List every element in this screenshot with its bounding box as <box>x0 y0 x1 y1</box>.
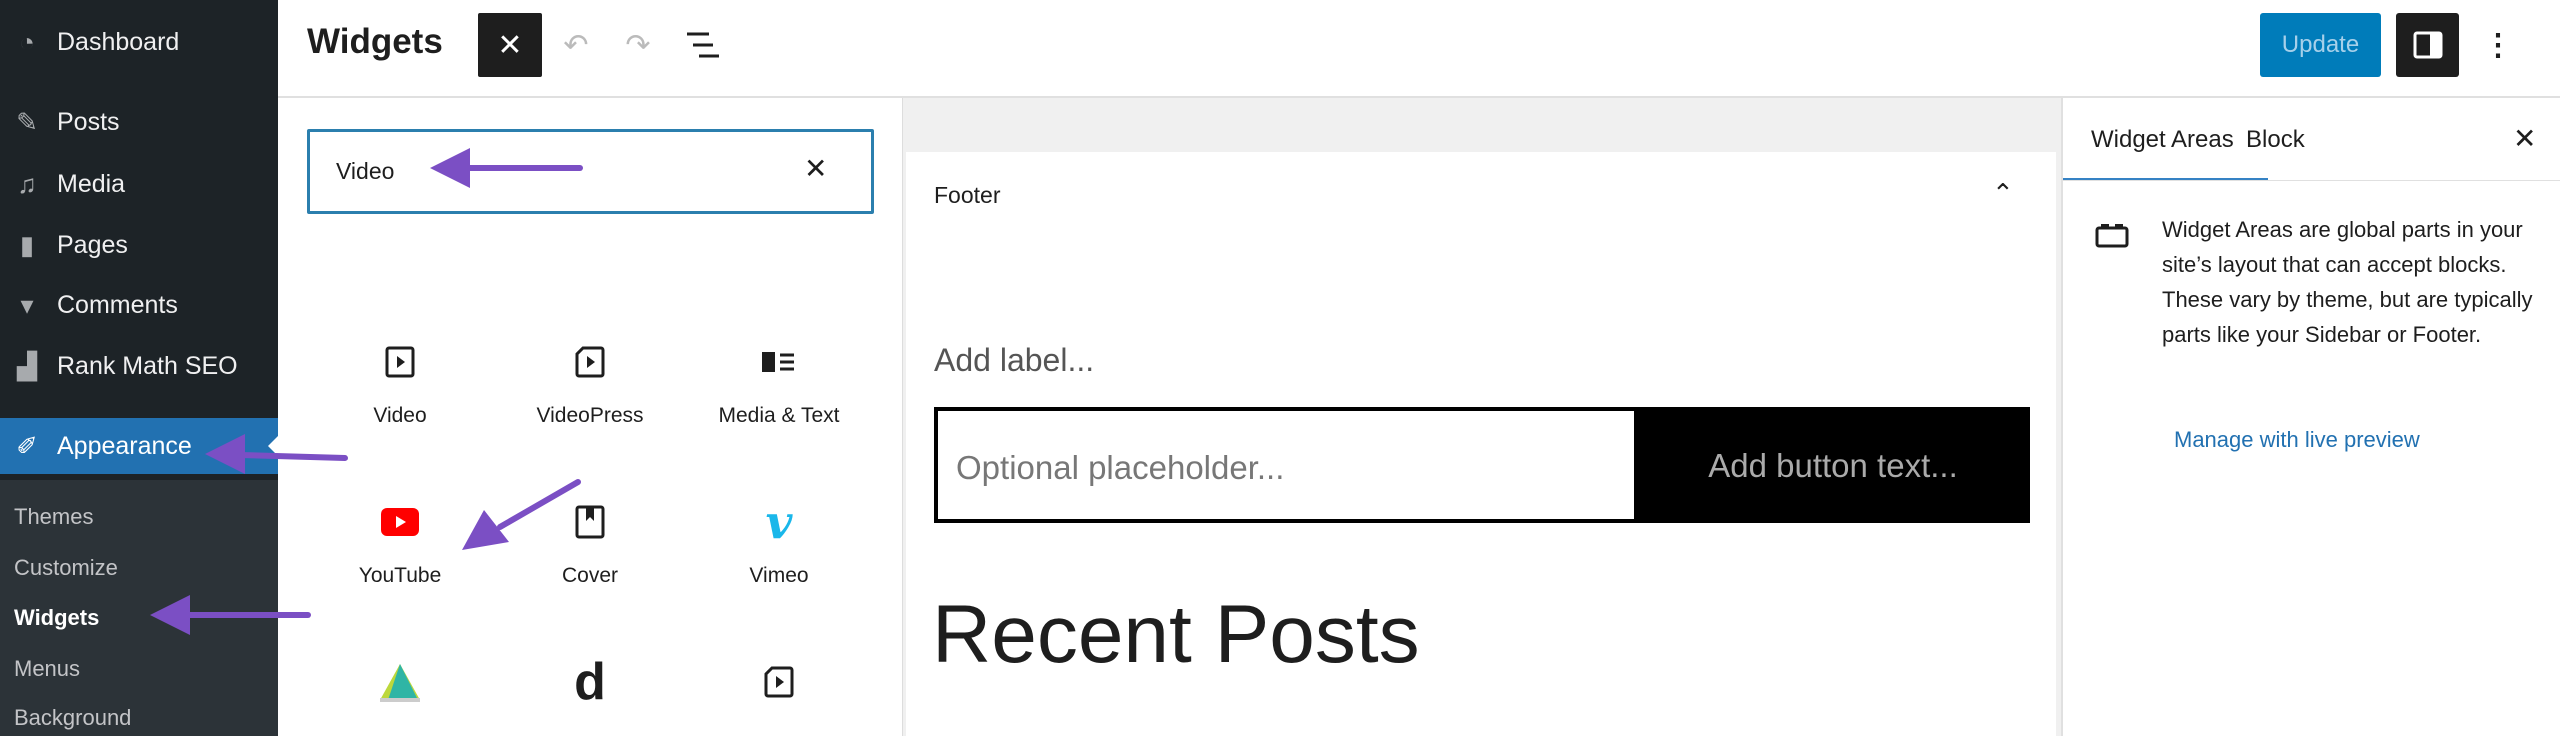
sidebar-panel-icon <box>2413 31 2442 59</box>
more-options-button[interactable]: ⋮ <box>2483 22 2513 68</box>
block-videopress-2[interactable] <box>684 660 874 704</box>
sidebar-item-rank-math[interactable]: ▟ Rank Math SEO <box>0 341 278 391</box>
block-youtube[interactable]: YouTube <box>305 500 495 588</box>
block-label: YouTube <box>358 564 442 587</box>
brush-icon: ✐ <box>16 430 38 461</box>
block-label: Video <box>373 404 427 427</box>
block-label: Media & Text <box>718 404 840 427</box>
submenu-customize[interactable]: Customize <box>14 555 118 581</box>
block-media-text[interactable]: Media & Text <box>684 340 874 428</box>
dailymotion-icon: d <box>574 653 606 711</box>
youtube-icon <box>381 508 419 536</box>
block-label: Cover <box>561 564 619 587</box>
tab-widget-areas[interactable]: Widget Areas <box>2091 126 2234 154</box>
media-icon: ♫ <box>17 168 37 199</box>
widget-area-title[interactable]: Footer <box>934 182 1000 209</box>
sidebar-item-label: Rank Math SEO <box>57 351 238 380</box>
close-inserter-button[interactable]: ✕ <box>478 13 542 77</box>
submenu-menus[interactable]: Menus <box>14 656 80 682</box>
widget-areas-description: Widget Areas are global parts in your si… <box>2162 217 2533 347</box>
undo-icon: ↶ <box>563 28 589 62</box>
pin-icon: ✎ <box>16 106 38 137</box>
sidebar-item-label: Comments <box>57 290 178 319</box>
sidebar-item-media[interactable]: ♫ Media <box>0 159 278 209</box>
block-animoto[interactable] <box>305 660 495 704</box>
video-file-icon <box>764 666 794 698</box>
pages-icon: ▮ <box>19 229 35 260</box>
sidebar-item-posts[interactable]: ✎ Posts <box>0 97 278 147</box>
list-view-icon <box>687 32 719 58</box>
rank-math-icon: ▟ <box>17 350 37 381</box>
submenu-widgets[interactable]: Widgets <box>14 605 99 631</box>
clear-search-icon[interactable]: ✕ <box>804 152 827 185</box>
manage-live-preview-link[interactable]: Manage with live preview <box>2174 427 2420 453</box>
videopress-icon <box>575 346 605 378</box>
redo-button[interactable]: ↷ <box>618 25 658 65</box>
settings-panel: Widget Areas Block ✕ Widget Areas are gl… <box>2061 98 2560 736</box>
submenu-background[interactable]: Background <box>14 705 131 731</box>
search-input-placeholder[interactable]: Optional placeholder... <box>938 411 1634 519</box>
list-view-button[interactable] <box>685 30 721 60</box>
recent-posts-heading[interactable]: Recent Posts <box>932 588 1420 682</box>
submenu-themes[interactable]: Themes <box>14 504 93 530</box>
sidebar-item-label: Dashboard <box>57 27 180 56</box>
widget-area-footer: Footer ⌃ Add label... Optional placehold… <box>906 152 2056 736</box>
page-title: Widgets <box>307 22 443 61</box>
undo-button[interactable]: ↶ <box>556 25 596 65</box>
animoto-icon <box>380 664 420 702</box>
block-label: VideoPress <box>536 404 644 427</box>
video-icon <box>385 346 415 378</box>
sidebar-item-dashboard[interactable]: ◔ Dashboard <box>0 17 278 67</box>
sidebar-item-label: Appearance <box>57 431 192 460</box>
comment-icon: ▾ <box>20 289 34 320</box>
media-text-icon <box>762 352 794 372</box>
search-value: Video <box>336 158 395 184</box>
more-vertical-icon: ⋮ <box>2483 28 2513 62</box>
vimeo-icon: v <box>765 495 793 549</box>
cover-icon <box>575 505 605 539</box>
sidebar-item-label: Pages <box>57 230 128 259</box>
block-label: Vimeo <box>749 564 809 587</box>
active-pointer <box>268 436 278 456</box>
settings-toggle-button[interactable] <box>2396 13 2459 77</box>
close-icon: ✕ <box>497 28 523 62</box>
redo-icon: ↷ <box>625 28 651 62</box>
collapse-chevron-icon[interactable]: ⌃ <box>1992 178 2014 209</box>
sidebar-item-pages[interactable]: ▮ Pages <box>0 220 278 270</box>
close-panel-icon[interactable]: ✕ <box>2513 122 2536 155</box>
search-button-placeholder[interactable]: Add button text... <box>1636 447 2030 485</box>
search-widget: Optional placeholder... Add button text.… <box>934 407 2030 523</box>
update-button[interactable]: Update <box>2260 13 2381 77</box>
appearance-submenu: Themes Customize Widgets Menus Backgroun… <box>0 480 278 736</box>
dashboard-icon: ◔ <box>19 26 35 57</box>
sidebar-item-appearance[interactable]: ✐ Appearance <box>0 418 278 474</box>
block-vimeo[interactable]: v Vimeo <box>684 495 874 588</box>
block-search-input[interactable]: Video ✕ <box>307 129 874 214</box>
widget-area-icon <box>2095 224 2129 248</box>
block-dailymotion[interactable]: d <box>495 653 685 711</box>
tabs-divider <box>2063 180 2560 181</box>
block-cover[interactable]: Cover <box>495 500 685 588</box>
tab-block[interactable]: Block <box>2246 126 2305 154</box>
search-label-field[interactable]: Add label... <box>934 342 1094 379</box>
sidebar-item-label: Posts <box>57 107 120 136</box>
sidebar-item-comments[interactable]: ▾ Comments <box>0 280 278 330</box>
block-videopress[interactable]: VideoPress <box>495 340 685 428</box>
sidebar-item-label: Media <box>57 169 126 198</box>
block-video[interactable]: Video <box>305 340 495 428</box>
